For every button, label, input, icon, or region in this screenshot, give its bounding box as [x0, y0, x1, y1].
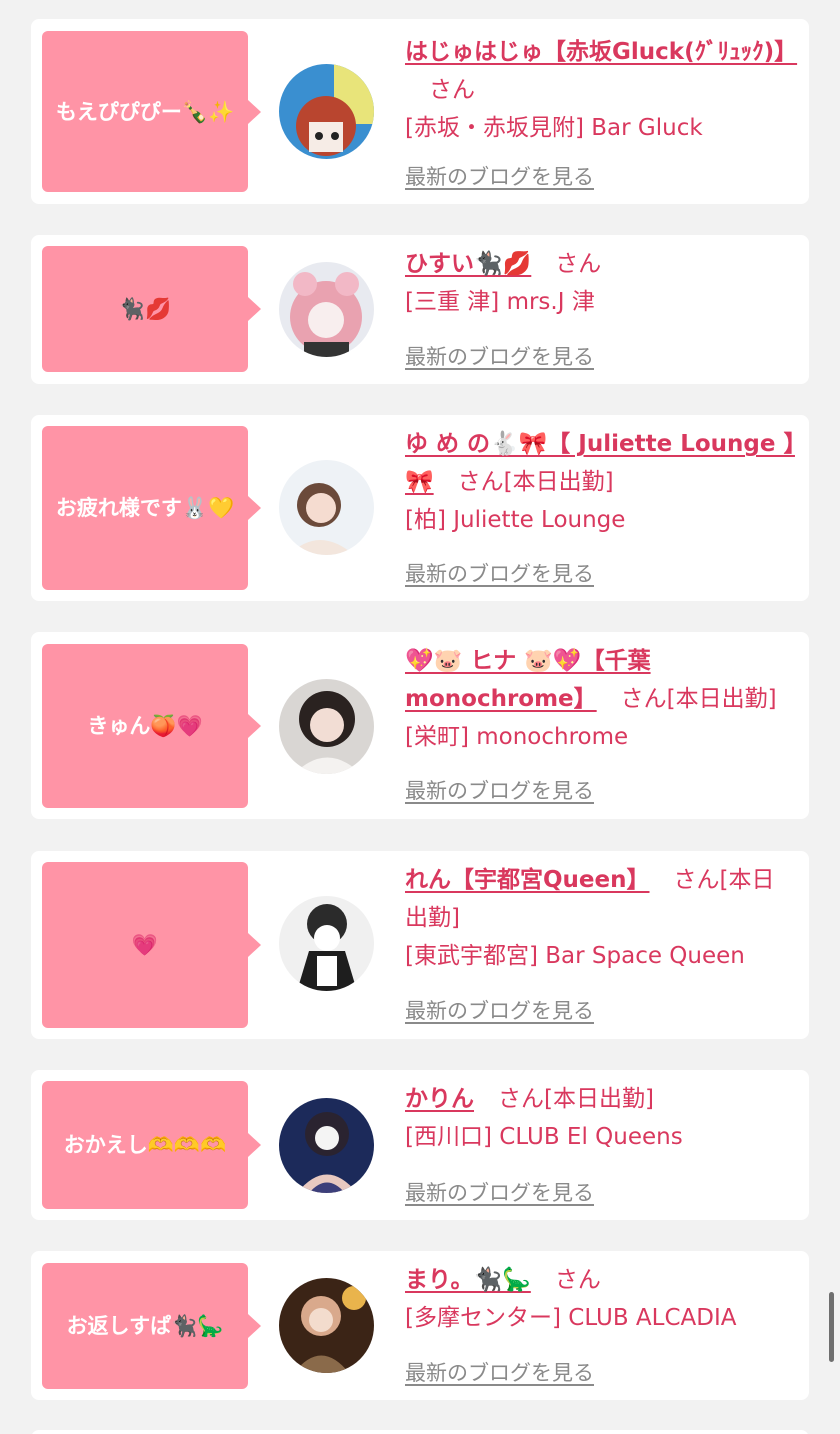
comment-text: お返しすぱ🐈‍⬛🦕 [66, 1314, 224, 1338]
shop-label: [赤坂・赤坂見附] Bar Gluck [405, 115, 703, 141]
latest-blog-link[interactable]: 最新のブログを見る [405, 1357, 594, 1387]
san-label: さん [673, 867, 720, 893]
comment-text: 💗 [131, 933, 159, 957]
list-item: きゅん🍑💗 💖🐷 ヒナ 🐷💖【千葉monochrome】 さん[本日出勤] [栄町… [31, 632, 809, 819]
comment-bubble: お返しすぱ🐈‍⬛🦕 [42, 1263, 261, 1389]
list-item: 💗 れん【宇都宮Queen】 さん[本日出勤] [東武宇都宮] Bar Space… [31, 851, 809, 1039]
comment-text: きゅん🍑💗 [87, 714, 203, 738]
shop-label: [西川口] CLUB El Queens [405, 1124, 683, 1150]
list-item: おかえし🫶🫶🫶 かりん さん[本日出勤] [西川口] CLUB El Queens… [31, 1070, 809, 1220]
latest-blog-link[interactable]: 最新のブログを見る [405, 1177, 594, 1207]
cast-name-link[interactable]: れん【宇都宮Queen】 [405, 867, 650, 893]
scrollbar[interactable] [829, 1292, 834, 1362]
avatar[interactable] [279, 1278, 374, 1373]
san-label: さん [457, 469, 504, 495]
list-item: もえぴぴぴー🍾✨ はじゅはじゅ【赤坂Gluck(ｸﾞﾘｭｯｸ)】さん [赤坂・赤… [31, 19, 809, 204]
status-badge: [本日出勤] [544, 1086, 654, 1112]
comment-bubble: おかえし🫶🫶🫶 [42, 1081, 261, 1209]
comment-bubble: 💗 [42, 862, 261, 1028]
san-label: さん [554, 1267, 601, 1293]
cast-name-link[interactable]: はじゅはじゅ【赤坂Gluck(ｸﾞﾘｭｯｸ)】 [405, 39, 797, 65]
comment-bubble: お疲れ様です🐰💛 [42, 426, 261, 590]
list-item: お疲れ様です🐰💛 ゆ め の🐇🎀【 Juliette Lounge 】🎀 さん[本… [31, 415, 809, 601]
comment-bubble: きゅん🍑💗 [42, 644, 261, 808]
avatar[interactable] [279, 1098, 374, 1193]
san-label: さん [555, 251, 602, 277]
list-item: 🐈‍⬛💋 ひすい🐈‍⬛💋 さん [三重 津] mrs.J 津 最新のブログを見る [31, 235, 809, 384]
comment-text: おかえし🫶🫶🫶 [63, 1133, 227, 1157]
comment-text: もえぴぴぴー🍾✨ [55, 99, 235, 124]
status-badge: [本日出勤] [666, 686, 777, 712]
san-label: さん [620, 686, 667, 712]
latest-blog-link[interactable]: 最新のブログを見る [405, 558, 594, 588]
shop-label: [東武宇都宮] Bar Space Queen [405, 943, 745, 969]
comment-text: 🐈‍⬛💋 [118, 297, 172, 321]
latest-blog-link[interactable]: 最新のブログを見る [405, 995, 594, 1025]
avatar[interactable] [279, 896, 374, 991]
comment-bubble: 🐈‍⬛💋 [42, 246, 261, 372]
san-label: さん [429, 77, 475, 103]
cast-name-link[interactable]: ひすい🐈‍⬛💋 [405, 251, 531, 277]
status-badge: [本日出勤] [503, 469, 614, 495]
cast-name-link[interactable]: まり。🐈‍⬛🦕 [405, 1267, 531, 1293]
latest-blog-link[interactable]: 最新のブログを見る [405, 161, 594, 191]
latest-blog-link[interactable]: 最新のブログを見る [405, 775, 594, 805]
list-item [31, 1430, 809, 1434]
list-item: お返しすぱ🐈‍⬛🦕 まり。🐈‍⬛🦕 さん [多摩センター] CLUB ALCADI… [31, 1251, 809, 1400]
avatar[interactable] [279, 262, 374, 357]
avatar[interactable] [279, 64, 374, 159]
san-label: さん [498, 1086, 544, 1112]
shop-label: [多摩センター] CLUB ALCADIA [405, 1305, 737, 1331]
comment-bubble: もえぴぴぴー🍾✨ [42, 31, 261, 192]
avatar[interactable] [279, 460, 374, 555]
latest-blog-link[interactable]: 最新のブログを見る [405, 341, 594, 371]
shop-label: [柏] Juliette Lounge [405, 507, 626, 533]
avatar[interactable] [279, 679, 374, 774]
comment-text: お疲れ様です🐰💛 [55, 496, 235, 520]
shop-label: [三重 津] mrs.J 津 [405, 289, 595, 315]
cast-name-link[interactable]: かりん [405, 1086, 474, 1112]
shop-label: [栄町] monochrome [405, 724, 629, 750]
cast-name-link[interactable]: 💖🐷 ヒナ 🐷💖【千葉monochrome】 [405, 648, 651, 712]
